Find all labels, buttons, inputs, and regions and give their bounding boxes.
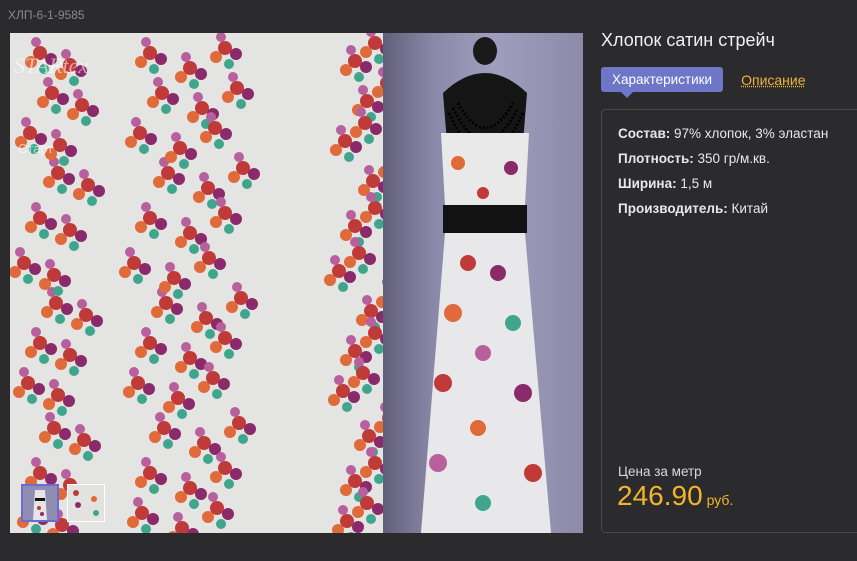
price: 246.90 руб.	[617, 480, 733, 512]
fabric-thumb-icon	[68, 485, 104, 521]
dress-thumb-icon	[23, 486, 57, 520]
mannequin-dress	[421, 37, 551, 533]
fabric-photo: STARtex Старт	[10, 33, 383, 533]
thumbnail-fabric[interactable]	[67, 484, 105, 522]
floral-pattern	[10, 33, 383, 533]
tab-description[interactable]: Описание	[741, 72, 805, 88]
spec-density: Плотность: 350 гр/м.кв.	[618, 151, 770, 166]
characteristics-panel: Состав: 97% хлопок, 3% эластан Плотность…	[601, 109, 857, 533]
price-label: Цена за метр	[618, 464, 702, 479]
product-tabs: Характеристики Описание	[601, 67, 806, 98]
spec-list: Состав: 97% хлопок, 3% эластан Плотность…	[602, 126, 828, 226]
spec-width: Ширина: 1,5 м	[618, 176, 713, 191]
product-image-gallery[interactable]: STARtex Старт	[10, 33, 583, 533]
product-title: Хлопок сатин стрейч	[601, 30, 775, 50]
tab-characteristics[interactable]: Характеристики	[601, 67, 724, 98]
spec-composition: Состав: 97% хлопок, 3% эластан	[618, 126, 829, 141]
dress-photo	[383, 33, 583, 533]
watermark-sub: Старт	[18, 141, 54, 156]
price-currency: руб.	[706, 492, 734, 508]
product-sku: ХЛП-6-1-9585	[8, 8, 85, 22]
price-value: 246.90	[617, 480, 703, 511]
watermark-logo: STARtex	[14, 53, 89, 78]
spec-manufacturer: Производитель: Китай	[618, 201, 769, 216]
gallery-thumbnails	[21, 484, 105, 522]
thumbnail-dress[interactable]	[21, 484, 59, 522]
